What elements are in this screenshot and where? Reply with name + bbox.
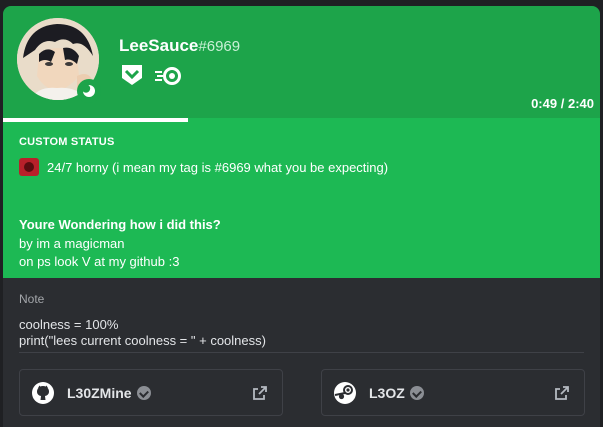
bio-line: on ps look V at my github :3 [19, 254, 180, 269]
steam-icon [333, 381, 357, 405]
user-profile-popout: LeeSauce#6969 0:49 / 2:40 CUSTOM STATUS … [3, 6, 600, 427]
bio-heading: Youre Wondering how i did this? [19, 217, 221, 232]
custom-status-emoji-icon [19, 158, 39, 176]
github-icon [31, 381, 55, 405]
verified-icon [409, 386, 424, 400]
custom-status-row: 24/7 horny (i mean my tag is #6969 what … [19, 158, 388, 176]
connection-name: L30ZMine [67, 385, 151, 401]
nitro-boost-icon[interactable] [154, 65, 182, 90]
username-discriminator: #6969 [198, 38, 241, 55]
username-name: LeeSauce [119, 36, 199, 55]
custom-status-text: 24/7 horny (i mean my tag is #6969 what … [47, 159, 389, 175]
note-textarea[interactable]: coolness = 100% print("lees current cool… [19, 317, 266, 349]
time-separator: / [560, 96, 565, 111]
about-section: CUSTOM STATUS 24/7 horny (i mean my tag … [3, 122, 600, 278]
username[interactable]: LeeSauce#6969 [119, 36, 240, 56]
bio-line: by im a magicman [19, 236, 125, 251]
custom-status-title: CUSTOM STATUS [19, 136, 115, 148]
divider [19, 352, 584, 353]
verified-icon [136, 386, 151, 400]
external-link-icon[interactable] [554, 385, 570, 401]
total-time: 2:40 [567, 96, 594, 111]
external-link-icon[interactable] [252, 385, 268, 401]
connection-steam[interactable]: L3OZ [321, 369, 585, 416]
hypesquad-brilliance-icon[interactable] [120, 64, 144, 91]
connection-name: L3OZ [369, 385, 424, 401]
profile-header: LeeSauce#6969 0:49 / 2:40 [3, 6, 600, 118]
badge-list [120, 64, 182, 91]
elapsed-time: 0:49 [531, 96, 558, 111]
idle-status-icon [77, 79, 101, 103]
activity-timer: 0:49 / 2:40 [531, 96, 594, 111]
note-label: Note [19, 292, 45, 306]
connection-github[interactable]: L30ZMine [19, 369, 283, 416]
